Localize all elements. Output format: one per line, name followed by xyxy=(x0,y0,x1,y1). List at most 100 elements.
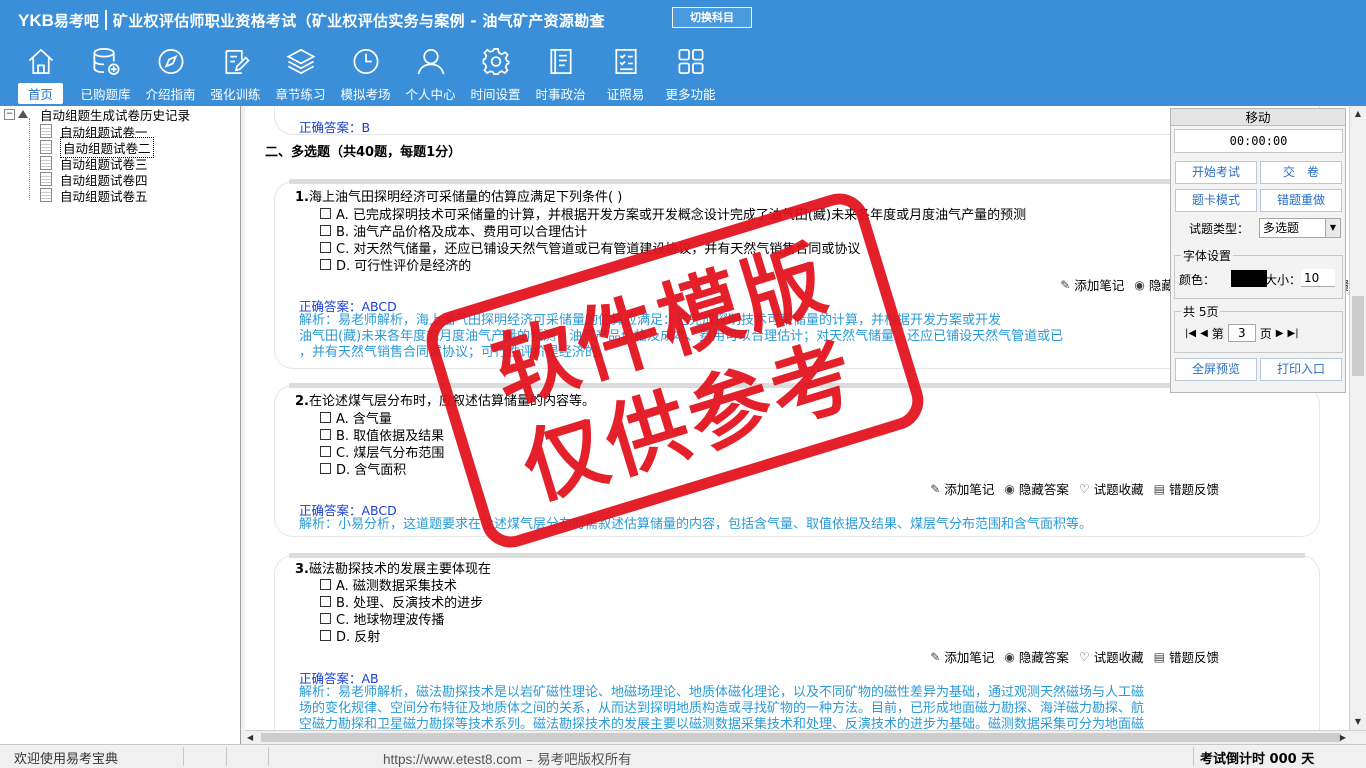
nav-mock-exam[interactable]: 模拟考场 xyxy=(333,46,398,104)
nav-more-functions[interactable]: 更多功能 xyxy=(658,46,723,104)
nav-personal-center[interactable]: 个人中心 xyxy=(398,46,463,104)
option-d[interactable]: D. 含气面积 xyxy=(320,459,406,478)
previous-answer: 正确答案：B xyxy=(299,120,371,135)
nav-certificate[interactable]: 证照易 xyxy=(593,46,658,104)
vertical-scrollbar[interactable]: ▲ ▼ xyxy=(1349,106,1366,730)
checkbox[interactable] xyxy=(320,463,331,474)
start-exam-button[interactable]: 开始考试 xyxy=(1175,161,1257,184)
report-error-button[interactable]: ▤错题反馈 xyxy=(1154,647,1219,666)
favorite-button[interactable]: ♡试题收藏 xyxy=(1079,647,1144,666)
checkbox[interactable] xyxy=(320,429,331,440)
question-title: 2.在论述煤气层分布时，应叙述估算储量的内容等。 xyxy=(295,394,595,409)
checkbox[interactable] xyxy=(320,446,331,457)
checkbox[interactable] xyxy=(320,208,331,219)
submit-button[interactable]: 交 卷 xyxy=(1260,161,1342,184)
horizontal-scrollbar[interactable]: ◀ ▶ xyxy=(245,730,1366,744)
question-actions: ✎添加笔记 ◉隐藏答案 ♡试题收藏 ▤错题反馈 xyxy=(930,647,1219,666)
scroll-thumb[interactable] xyxy=(261,733,1341,742)
card-mode-button[interactable]: 题卡模式 xyxy=(1175,189,1257,212)
favorite-button[interactable]: ♡试题收藏 xyxy=(1079,479,1144,498)
nav-current-affairs[interactable]: 时事政治 xyxy=(528,46,593,104)
scroll-right-icon[interactable]: ▶ xyxy=(1340,731,1346,744)
grid-icon xyxy=(678,49,703,74)
tree-connector xyxy=(29,118,30,200)
subject-title: 矿业权评估师职业资格考试（矿业权评估实务与案例 - 油气矿产资源勘查 xyxy=(112,11,605,30)
checkbox[interactable] xyxy=(320,242,331,253)
collapse-icon[interactable]: − xyxy=(4,108,15,120)
exam-history-tree: − 自动组题生成试卷历史记录 自动组题试卷一 自动组题试卷二 自动组题试卷三 自… xyxy=(0,106,241,744)
explanation: 解析：易老师解析，海上油气田探明经济可采储量的估算应满足：已完成探明技术可采储量… xyxy=(299,313,1064,360)
question-type-select[interactable]: 多选题 ▼ xyxy=(1259,218,1341,238)
font-size-input[interactable]: 10 xyxy=(1301,269,1335,287)
question-card-previous: 正确答案：B xyxy=(275,106,1319,135)
eye-icon: ◉ xyxy=(1134,277,1145,292)
scroll-left-icon[interactable]: ◀ xyxy=(247,731,253,744)
panel-move-handle[interactable]: 移动 xyxy=(1171,109,1345,126)
exam-control-panel: 移动 00:00:00 开始考试 交 卷 题卡模式 错题重做 试题类型： 多选题… xyxy=(1170,108,1346,393)
status-bar: 欢迎使用易考宝典 https://www.etest8.com – 易考吧版权所… xyxy=(0,744,1366,768)
font-color-swatch[interactable] xyxy=(1231,270,1267,287)
page-number-input[interactable]: 3 xyxy=(1227,324,1256,342)
option-d[interactable]: D. 反射 xyxy=(320,626,380,645)
switch-subject-button[interactable]: 切换科目 xyxy=(672,7,752,28)
tree-root[interactable]: − 自动组题生成试卷历史记录 xyxy=(4,106,190,123)
document-icon xyxy=(40,124,52,138)
nav-purchased-bank[interactable]: 已购题库 xyxy=(73,46,138,104)
edit-icon xyxy=(224,49,250,74)
exam-timer: 00:00:00 xyxy=(1174,129,1343,153)
checkbox[interactable] xyxy=(320,259,331,270)
checkbox[interactable] xyxy=(320,613,331,624)
heart-icon: ♡ xyxy=(1078,481,1090,496)
redo-wrong-button[interactable]: 错题重做 xyxy=(1260,189,1342,212)
question-title: 1.海上油气田探明经济可采储量的估算应满足下列条件( ) xyxy=(295,190,623,205)
checkbox[interactable] xyxy=(320,225,331,236)
hide-answer-button[interactable]: ◉隐藏答案 xyxy=(1004,479,1069,498)
gear-icon xyxy=(482,48,509,75)
database-icon xyxy=(93,48,119,75)
checkbox[interactable] xyxy=(320,630,331,641)
next-page-icon[interactable]: ▶ xyxy=(1276,328,1284,339)
print-button[interactable]: 打印入口 xyxy=(1260,358,1342,381)
section-title: 二、多选题（共40题，每题1分） xyxy=(265,145,462,160)
font-settings-group: 字体设置 颜色： 大小： 10 xyxy=(1174,247,1343,299)
tree-item-paper-5[interactable]: 自动组题试卷五 xyxy=(40,187,148,204)
fullscreen-preview-button[interactable]: 全屏预览 xyxy=(1175,358,1257,381)
scroll-down-icon[interactable]: ▼ xyxy=(1350,714,1366,730)
user-icon xyxy=(417,49,444,75)
status-divider xyxy=(268,747,269,766)
report-error-button[interactable]: ▤错题反馈 xyxy=(1154,479,1219,498)
first-page-icon[interactable]: |◀ xyxy=(1185,328,1196,339)
explanation: 解析：易老师解析，磁法勘探技术是以岩矿磁性理论、地磁场理论、地质体磁化理论，以及… xyxy=(299,685,1145,730)
nav-home[interactable]: 首页 xyxy=(8,46,73,104)
add-note-button[interactable]: ✎ 添加笔记 xyxy=(1060,275,1124,294)
prev-page-icon[interactable]: ◀ xyxy=(1200,328,1208,339)
document-icon xyxy=(40,156,52,170)
home-icon xyxy=(28,48,53,74)
scroll-up-icon[interactable]: ▲ xyxy=(1350,106,1366,122)
title-separator xyxy=(104,10,107,30)
pagination-group: 共 5页 |◀ ◀ 第 3 页 ▶ ▶| xyxy=(1174,303,1343,353)
compass-icon xyxy=(158,49,183,74)
question-card-3: 3.磁法勘探技术的发展主要体现在 A. 磁测数据采集技术 B. 处理、反演技术的… xyxy=(275,553,1319,730)
status-divider xyxy=(183,747,184,766)
nav-chapter-practice[interactable]: 章节练习 xyxy=(268,46,333,104)
checkbox[interactable] xyxy=(320,596,331,607)
hide-answer-button[interactable]: ◉隐藏答案 xyxy=(1004,647,1069,666)
question-card-1: 1.海上油气田探明经济可采储量的估算应满足下列条件( ) A. 已完成探明技术可… xyxy=(275,179,1349,368)
last-page-icon[interactable]: ▶| xyxy=(1288,328,1299,339)
add-note-button[interactable]: ✎ 添加笔记 xyxy=(930,479,994,498)
pager: |◀ ◀ 第 3 页 ▶ ▶| xyxy=(1185,324,1299,342)
status-divider xyxy=(1193,747,1194,766)
option-d[interactable]: D. 可行性评价是经济的 xyxy=(320,255,471,274)
add-note-button[interactable]: ✎ 添加笔记 xyxy=(930,647,994,666)
copyright-text: https://www.etest8.com – 易考吧版权所有 xyxy=(383,752,632,768)
checkbox[interactable] xyxy=(320,412,331,423)
chevron-down-icon[interactable]: ▼ xyxy=(1325,219,1340,237)
scroll-thumb[interactable] xyxy=(1352,296,1364,376)
checkbox[interactable] xyxy=(320,579,331,590)
nav-time-settings[interactable]: 时间设置 xyxy=(463,46,528,104)
nav-intensive-training[interactable]: 强化训练 xyxy=(203,46,268,104)
status-divider xyxy=(226,747,227,766)
nav-guide[interactable]: 介绍指南 xyxy=(138,46,203,104)
app-logo: YKB易考吧 xyxy=(18,10,99,30)
